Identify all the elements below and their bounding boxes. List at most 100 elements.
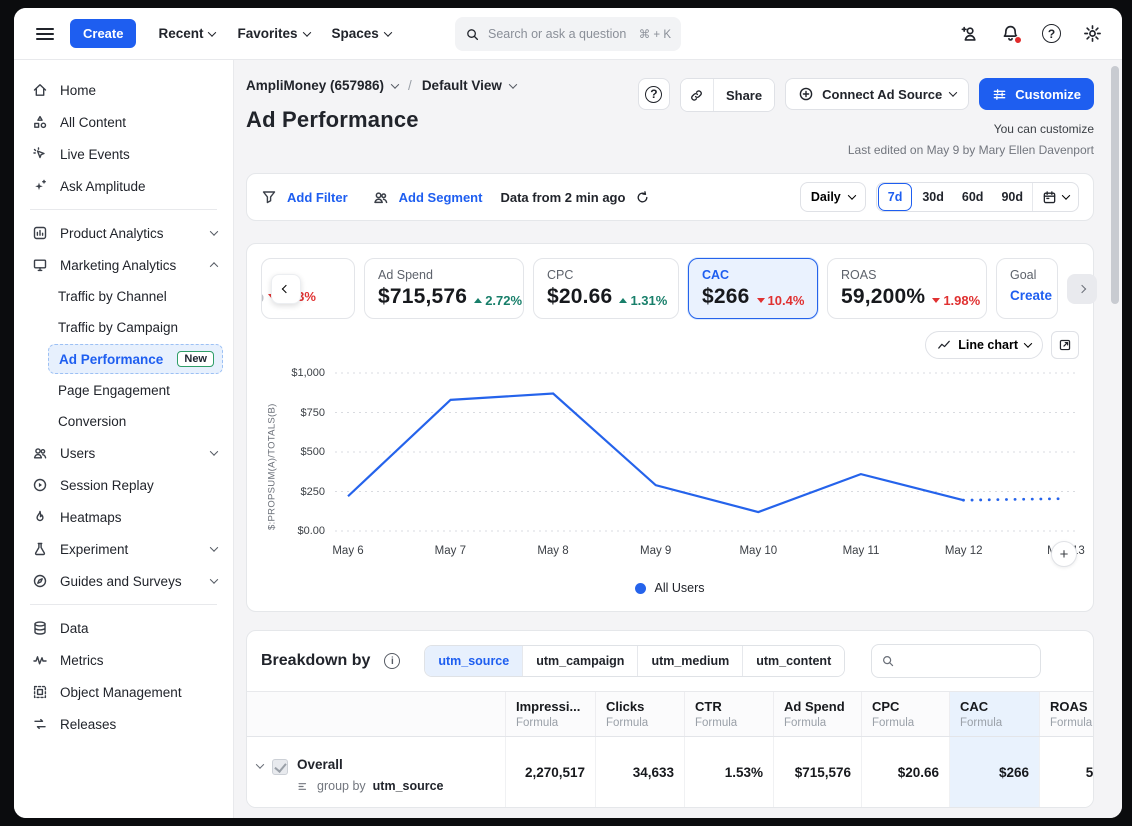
last-edited-text: Last edited on May 9 by Mary Ellen Daven… [638, 143, 1094, 157]
info-icon[interactable]: i [384, 653, 400, 669]
view-switcher[interactable]: Default View [422, 78, 516, 93]
range-60d[interactable]: 60d [953, 183, 993, 211]
tab-utm-campaign[interactable]: utm_campaign [522, 646, 637, 676]
sidebar-item-users[interactable]: Users [14, 437, 233, 469]
table-row-overall[interactable]: Overall group by utm_source 2,270,517 34… [247, 737, 1093, 807]
chevron-down-icon [210, 543, 218, 551]
metric-card-roas[interactable]: ROAS 59,200% 1.98% [827, 258, 987, 319]
sidebar-item-guides-and-surveys[interactable]: Guides and Surveys [14, 565, 233, 597]
refresh-button[interactable] [635, 190, 650, 205]
tab-utm-source[interactable]: utm_source [425, 646, 522, 676]
sidebar-item-data[interactable]: Data [14, 612, 233, 644]
shapes-icon [32, 114, 48, 130]
table-header-impressions[interactable]: Impressi...Formula [505, 692, 595, 736]
chart-plot-area[interactable] [335, 367, 1079, 537]
tab-utm-content[interactable]: utm_content [742, 646, 844, 676]
sidebar-item-product-analytics[interactable]: Product Analytics [14, 217, 233, 249]
sidebar-item-marketing-analytics[interactable]: Marketing Analytics [14, 249, 233, 281]
breakdown-search-input[interactable] [902, 654, 1031, 668]
menu-favorites[interactable]: Favorites [237, 26, 309, 41]
row-expand-chevron-icon[interactable] [256, 760, 264, 768]
header-help-button[interactable]: ? [638, 78, 670, 110]
sidebar-item-experiment[interactable]: Experiment [14, 533, 233, 565]
help-icon: ? [1042, 24, 1061, 43]
settings-button[interactable] [1083, 24, 1102, 43]
sidebar-item-all-content[interactable]: All Content [14, 106, 233, 138]
customize-hint: You can customize [638, 122, 1094, 136]
range-30d[interactable]: 30d [913, 183, 953, 211]
table-header-row: Impressi...Formula ClicksFormula CTRForm… [247, 691, 1093, 737]
row-checkbox[interactable] [272, 759, 288, 775]
search-input[interactable] [488, 27, 631, 41]
y-axis-label: $:PROPSUM(A)/TOTALS(B) [261, 367, 283, 567]
sparkles-icon [32, 178, 48, 194]
create-button[interactable]: Create [70, 19, 136, 48]
help-button[interactable]: ? [1042, 24, 1061, 43]
chart-panel: % 0.53% Ad Spend $715,576 2.72% CPC [246, 243, 1094, 612]
chevron-down-icon [1024, 339, 1032, 347]
range-7d[interactable]: 7d [878, 183, 913, 211]
metric-card-goal[interactable]: Goal Create [996, 258, 1058, 319]
global-search[interactable]: ⌘ + K [455, 17, 681, 51]
row-name: Overall [297, 757, 444, 772]
hamburger-menu-icon[interactable] [36, 25, 54, 43]
metric-card-cpc[interactable]: CPC $20.66 1.31% [533, 258, 679, 319]
scroll-metrics-left-button[interactable] [271, 274, 301, 304]
cell-ctr: 1.53% [684, 737, 773, 807]
sidebar-item-session-replay[interactable]: Session Replay [14, 469, 233, 501]
sidebar-item-traffic-by-campaign[interactable]: Traffic by Campaign [14, 312, 233, 343]
sidebar-item-page-engagement[interactable]: Page Engagement [14, 375, 233, 406]
table-header-cpc[interactable]: CPCFormula [861, 692, 949, 736]
invite-user-button[interactable] [960, 24, 979, 43]
tab-utm-medium[interactable]: utm_medium [637, 646, 742, 676]
range-90d[interactable]: 90d [992, 183, 1032, 211]
sidebar-item-live-events[interactable]: Live Events [14, 138, 233, 170]
create-goal-link[interactable]: Create [1010, 288, 1044, 303]
chart-type-select[interactable]: Line chart [925, 331, 1043, 359]
notifications-button[interactable] [1001, 24, 1020, 43]
table-header-clicks[interactable]: ClicksFormula [595, 692, 684, 736]
sidebar-item-conversion[interactable]: Conversion [14, 406, 233, 437]
add-annotation-button[interactable]: + [1051, 541, 1077, 567]
sidebar-item-heatmaps[interactable]: Heatmaps [14, 501, 233, 533]
group-by-icon [297, 780, 310, 793]
sidebar-item-ask-amplitude[interactable]: Ask Amplitude [14, 170, 233, 202]
table-header-ad-spend[interactable]: Ad SpendFormula [773, 692, 861, 736]
scrollbar-thumb[interactable] [1111, 66, 1119, 304]
share-button[interactable]: Share [713, 79, 774, 111]
scroll-metrics-right-button[interactable] [1067, 274, 1097, 304]
open-in-analysis-button[interactable] [1051, 331, 1079, 359]
breakdown-tab-group: utm_source utm_campaign utm_medium utm_c… [424, 645, 845, 677]
sidebar-item-home[interactable]: Home [14, 74, 233, 106]
customize-button[interactable]: Customize [979, 78, 1094, 110]
project-switcher[interactable]: AmpliMoney (657986) [246, 78, 398, 93]
breakdown-search[interactable] [871, 644, 1041, 678]
add-filter-button[interactable]: Add Filter [287, 190, 348, 205]
page-header: AmpliMoney (657986) / Default View Ad Pe… [246, 78, 1094, 157]
sidebar-item-metrics[interactable]: Metrics [14, 644, 233, 676]
chevron-down-icon [210, 575, 218, 583]
sidebar-item-releases[interactable]: Releases [14, 708, 233, 740]
menu-spaces[interactable]: Spaces [332, 26, 391, 41]
releases-icon [32, 716, 48, 732]
calendar-icon [1042, 190, 1057, 205]
copy-link-button[interactable] [681, 79, 713, 111]
sidebar-item-ad-performance[interactable]: Ad Performance New [48, 344, 223, 374]
link-icon [689, 88, 704, 103]
x-axis-ticks: May 6 May 7 May 8 May 9 May 10 May 11 Ma… [335, 545, 1079, 567]
vertical-scrollbar[interactable] [1111, 66, 1119, 812]
sidebar-item-traffic-by-channel[interactable]: Traffic by Channel [14, 281, 233, 312]
table-header-ctr[interactable]: CTRFormula [684, 692, 773, 736]
granularity-select[interactable]: Daily [800, 182, 866, 212]
calendar-picker-button[interactable] [1032, 183, 1078, 211]
metric-card-ad-spend[interactable]: Ad Spend $715,576 2.72% [364, 258, 524, 319]
menu-recent[interactable]: Recent [158, 26, 215, 41]
add-segment-button[interactable]: Add Segment [399, 190, 483, 205]
table-header-cac[interactable]: CACFormula [949, 692, 1039, 736]
metric-card-cac[interactable]: CAC $266 10.4% [688, 258, 818, 319]
table-header-roas[interactable]: ROASFormula [1039, 692, 1094, 736]
connect-ad-source-button[interactable]: Connect Ad Source [785, 78, 969, 110]
sidebar-item-object-management[interactable]: Object Management [14, 676, 233, 708]
sidebar-divider [30, 604, 217, 605]
chevron-up-icon [210, 262, 218, 270]
